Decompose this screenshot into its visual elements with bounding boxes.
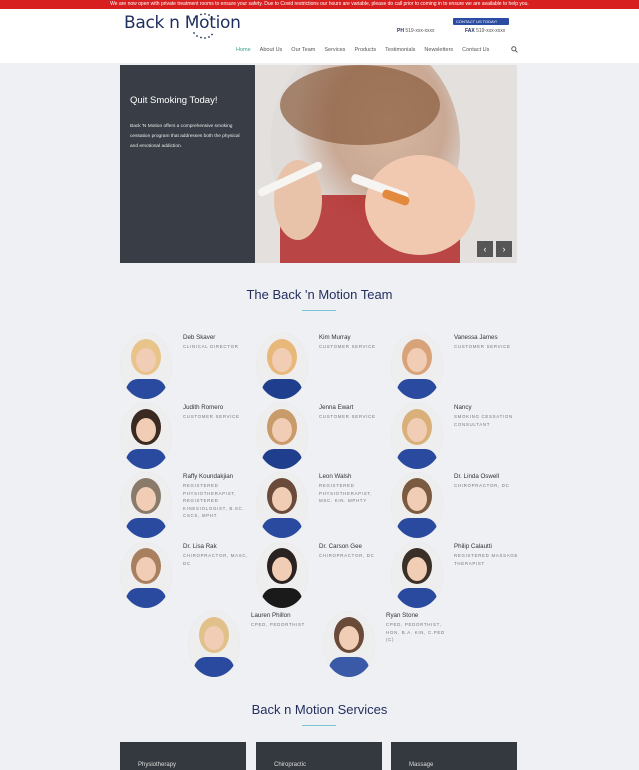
team-member-name: Vanessa James [454,334,498,341]
service-card-chiropractic[interactable]: Chiropractic [256,742,382,770]
team-member-photo [120,333,172,399]
nav-newsletters[interactable]: Newsletters [424,47,453,53]
team-member-role: CPED, PEDORTHIST, HON. B.A. KIN, C.PED (… [386,622,445,643]
team-member-name: Lauren Phillon [251,612,291,619]
nav-our-team[interactable]: Our Team [291,47,315,53]
team-member-name: Dr. Linda Oswell [454,473,500,480]
team-title-divider [302,310,336,311]
service-card-label: Chiropractic [274,762,307,768]
service-card-label: Physiotherapy [138,762,177,768]
team-member-photo [120,542,172,608]
team-member-photo [391,333,443,399]
team-member-name: Kim Murray [319,334,351,341]
site-logo[interactable]: Back n Motion [124,13,241,33]
team-member-name: Dr. Lisa Rak [183,543,217,550]
services-title-divider [302,725,336,726]
team-member-photo [120,472,172,538]
team-member-role: CHIROPRACTOR, DC [319,553,375,558]
service-card-label: Massage [409,762,434,768]
team-member-role: REGISTERED PHYSIOTHERAPIST, MSC. KIN. MP… [319,483,373,504]
phone-value: 519-xxx-xxxx [405,28,435,34]
covid-notice-bar: We are now open with private treatment r… [0,0,639,9]
team-member-photo [391,403,443,469]
phone-label: PH [397,28,404,34]
team-member-photo [256,472,308,538]
team-member-photo [256,333,308,399]
team-member-photo [256,542,308,608]
team-member-role: CUSTOMER SERVICE [319,344,376,349]
team-member-name: Jenna Ewart [319,404,354,411]
fax-label: FAX [465,28,475,34]
hero-slider: Quit Smoking Today! Back 'N Motion offer… [120,65,517,263]
nav-contact-us[interactable]: Contact Us [462,47,489,53]
hero-title: Quit Smoking Today! [130,95,218,106]
team-member-photo [256,403,308,469]
team-member-role: CUSTOMER SERVICE [183,414,240,419]
team-member-role: REGISTERED PHYSIOTHERAPIST, REGISTERED K… [183,483,245,519]
main-nav: Home About Us Our Team Services Products… [236,47,489,53]
team-section-title: The Back 'n Motion Team [246,287,393,302]
services-section-title: Back n Motion Services [251,702,388,717]
team-member-name: Dr. Carson Gee [319,543,362,550]
team-member-role: CHIROPRACTOR, DC [454,483,510,488]
nav-home[interactable]: Home [236,47,251,53]
team-member-photo [188,611,240,677]
nav-about-us[interactable]: About Us [260,47,283,53]
team-member-name: Judith Romero [183,404,224,411]
team-member-role: CUSTOMER SERVICE [319,414,376,419]
phone-number[interactable]: PH 519-xxx-xxxx [397,28,435,34]
service-card-physiotherapy[interactable]: Physiotherapy [120,742,246,770]
site-header: Back n Motion CONTACT US TODAY! PH 519-x… [0,9,639,63]
fax-number: FAX 519-xxx-xxxx [465,28,505,34]
team-member-role: CHIROPRACTOR, MASC, DC [183,553,249,566]
team-member-role: CUSTOMER SERVICE [454,344,511,349]
team-member-role: REGISTERED MASSAGE THERAPIST [454,553,519,566]
team-member-photo [391,542,443,608]
team-member-role: SMOKING CESSATION CONSULTANT [454,414,513,427]
team-member-name: Philip Calautti [454,543,492,550]
team-member-name: Ryan Stone [386,612,419,619]
fax-value: 519-xxx-xxxx [476,28,506,34]
nav-products[interactable]: Products [354,47,376,53]
hero-text-panel: Quit Smoking Today! Back 'N Motion offer… [120,65,255,263]
team-member-role: CPED, PEDORTHIST [251,622,306,627]
contact-us-badge[interactable]: CONTACT US TODAY! [453,18,509,25]
team-member-photo [323,611,375,677]
team-member-photo [391,472,443,538]
slider-prev-button[interactable]: ‹ [477,241,493,257]
team-member-photo [120,403,172,469]
search-icon[interactable] [511,46,518,53]
team-member-name: Raffy Koundakjian [183,473,234,480]
service-card-massage[interactable]: Massage [391,742,517,770]
team-member-name: Deb Skaver [183,334,216,341]
nav-services[interactable]: Services [324,47,345,53]
nav-testimonials[interactable]: Testimonials [385,47,415,53]
team-member-name: Leon Walsh [319,473,352,480]
hero-description: Back 'N Motion offers a comprehensive sm… [130,124,240,149]
slider-next-button[interactable]: › [496,241,512,257]
team-member-role: CLINICAL DIRECTOR [183,344,239,349]
team-member-name: Nancy [454,404,472,411]
logo-swirl-icon [193,13,213,39]
